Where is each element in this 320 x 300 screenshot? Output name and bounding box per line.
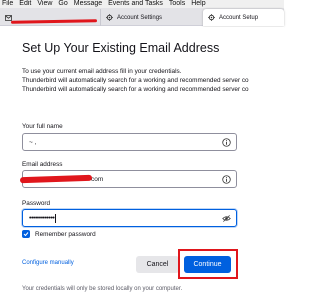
continue-button[interactable]: Continue bbox=[184, 256, 231, 273]
password-value: ••••••••••••• bbox=[29, 214, 55, 222]
page-title: Set Up Your Existing Email Address bbox=[22, 41, 220, 55]
remember-password-row[interactable]: Remember password bbox=[22, 230, 96, 238]
info-icon[interactable] bbox=[222, 138, 231, 147]
tab-account-settings-label: Account Settings bbox=[117, 14, 163, 21]
gear-icon bbox=[208, 14, 215, 21]
remember-password-label: Remember password bbox=[35, 230, 96, 238]
menu-tools[interactable]: Tools bbox=[169, 0, 185, 8]
footer-note: Your credentials will only be stored loc… bbox=[22, 286, 183, 292]
intro-line: To use your current email address fill i… bbox=[22, 68, 182, 75]
menu-go[interactable]: Go bbox=[58, 0, 67, 8]
info-icon[interactable] bbox=[222, 175, 231, 184]
tab-account-setup-label: Account Setup bbox=[219, 14, 259, 21]
menu-help[interactable]: Help bbox=[191, 0, 205, 8]
full-name-label: Your full name bbox=[22, 123, 63, 130]
menu-events-and-tasks[interactable]: Events and Tasks bbox=[108, 0, 163, 8]
full-name-value: ~ , bbox=[29, 138, 37, 146]
text-cursor bbox=[55, 213, 57, 223]
remember-password-checkbox[interactable] bbox=[22, 230, 30, 238]
email-label: Email address bbox=[22, 161, 63, 168]
password-label: Password bbox=[22, 200, 51, 207]
tab-account-setup[interactable]: Account Setup bbox=[203, 9, 284, 26]
gear-icon bbox=[106, 14, 113, 21]
full-name-field[interactable]: ~ , bbox=[22, 133, 237, 151]
account-setup-page: Set Up Your Existing Email Address To us… bbox=[0, 27, 284, 300]
menu-message[interactable]: Message bbox=[74, 0, 102, 8]
menu-bar: File Edit View Go Message Events and Tasks Too… bbox=[0, 0, 284, 8]
intro-text: To use your current email address fill i… bbox=[22, 67, 284, 94]
menu-edit[interactable]: Edit bbox=[19, 0, 31, 8]
intro-line: Thunderbird will automatically search fo… bbox=[22, 86, 249, 93]
tab-account-settings[interactable]: Account Settings bbox=[100, 9, 200, 26]
password-field[interactable]: ••••••••••••• bbox=[22, 209, 237, 227]
cancel-button[interactable]: Cancel bbox=[136, 256, 179, 273]
configure-manually-link[interactable]: Configure manually bbox=[22, 260, 74, 266]
eye-slash-icon[interactable] bbox=[222, 214, 231, 223]
intro-line: Thunderbird will automatically search fo… bbox=[22, 77, 249, 84]
menu-view[interactable]: View bbox=[37, 0, 52, 8]
tab-bar: Account Settings Account Setup bbox=[0, 8, 284, 26]
menu-file[interactable]: File bbox=[2, 0, 13, 8]
